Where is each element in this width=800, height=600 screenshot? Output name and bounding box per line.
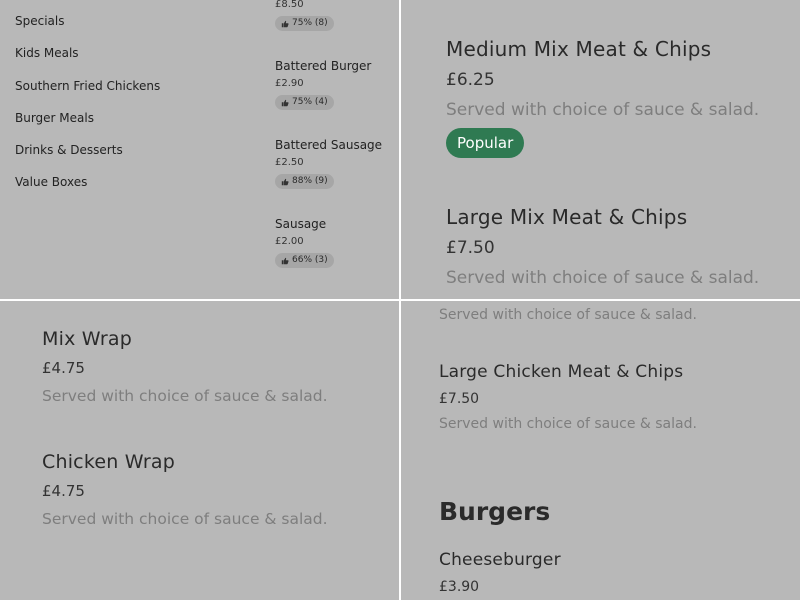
item-title: Cheeseburger (439, 550, 561, 570)
menu-item-card[interactable]: Mix Wrap £4.75 Served with choice of sau… (42, 327, 328, 406)
menu-categories-panel: Specials Kids Meals Southern Fried Chick… (0, 0, 399, 299)
menu-item[interactable]: Battered Sausage £2.50 88% (9) (275, 138, 399, 190)
item-description: Served with choice of sauce & salad. (446, 100, 760, 120)
category-item-value-boxes[interactable]: Value Boxes (15, 174, 160, 206)
menu-item[interactable]: Battered Burger £2.90 75% (4) (275, 59, 399, 111)
item-description: Served with choice of sauce & salad. (439, 416, 697, 432)
menu-item[interactable]: Sausage £2.00 66% (3) (275, 217, 399, 269)
rating-text: 66% (3) (292, 255, 328, 265)
section-heading-burgers: Burgers (439, 497, 551, 526)
item-price: £2.00 (275, 236, 304, 247)
category-nav: Specials Kids Meals Southern Fried Chick… (15, 13, 160, 207)
item-price: £2.50 (275, 157, 304, 168)
item-price: £7.50 (439, 391, 480, 407)
item-name: Sausage (275, 217, 327, 231)
item-price: £7.50 (446, 238, 495, 258)
rating-text: 75% (8) (292, 18, 328, 28)
menu-item-card[interactable]: Cheeseburger £3.90 (439, 549, 561, 596)
item-price: £3.90 (439, 579, 480, 595)
category-item-drinks-desserts[interactable]: Drinks & Desserts (15, 142, 160, 174)
item-price: £8.50 (275, 0, 304, 10)
item-title: Chicken Wrap (42, 451, 175, 473)
rating-text: 75% (4) (292, 97, 328, 107)
thumbs-up-icon (281, 20, 289, 27)
item-name: Battered Sausage (275, 138, 383, 152)
item-price: £4.75 (42, 359, 85, 377)
thumbs-up-icon (281, 99, 289, 106)
menu-detail-panel-wraps: Mix Wrap £4.75 Served with choice of sau… (0, 301, 399, 600)
item-title: Medium Mix Meat & Chips (446, 37, 712, 61)
menu-item-card[interactable]: Chicken Wrap £4.75 Served with choice of… (42, 450, 328, 529)
item-title: Large Mix Meat & Chips (446, 205, 688, 229)
rating-badge: 75% (8) (275, 16, 334, 31)
thumbs-up-icon (281, 178, 289, 185)
rating-badge: 66% (3) (275, 253, 334, 268)
item-name: Battered Burger (275, 59, 372, 73)
menu-item-card[interactable]: Medium Mix Meat & Chips £6.25 Served wit… (446, 36, 759, 158)
menu-item-card[interactable]: Large Chicken Meat & Chips £7.50 Served … (439, 361, 697, 433)
category-item-specials[interactable]: Specials (15, 13, 160, 45)
menu-detail-panel-bottom: Served with choice of sauce & salad. Lar… (401, 301, 800, 600)
item-description: Served with choice of sauce & salad. (42, 510, 328, 528)
popular-badge: Popular (446, 128, 525, 158)
category-item-southern-fried-chickens[interactable]: Southern Fried Chickens (15, 78, 160, 110)
item-title: Large Chicken Meat & Chips (439, 362, 684, 382)
item-title: Mix Wrap (42, 328, 133, 350)
item-description: Served with choice of sauce & salad. (446, 268, 760, 288)
item-description: Served with choice of sauce & salad. (42, 387, 328, 405)
menu-item-card-partial[interactable]: Served with choice of sauce & salad. (439, 306, 697, 324)
category-item-burger-meals[interactable]: Burger Meals (15, 110, 160, 142)
rating-badge: 75% (4) (275, 95, 334, 110)
rating-text: 88% (9) (292, 176, 328, 186)
rating-badge: 88% (9) (275, 174, 334, 189)
menu-item-card[interactable]: Large Mix Meat & Chips £7.50 Served with… (446, 204, 759, 289)
menu-item-partial[interactable]: £8.50 75% (8) (275, 0, 399, 32)
menu-detail-panel-top: Medium Mix Meat & Chips £6.25 Served wit… (401, 0, 800, 299)
item-price: £2.90 (275, 78, 304, 89)
item-price: £4.75 (42, 482, 85, 500)
item-price: £6.25 (446, 70, 495, 90)
category-item-kids-meals[interactable]: Kids Meals (15, 45, 160, 77)
item-description: Served with choice of sauce & salad. (439, 307, 697, 323)
thumbs-up-icon (281, 257, 289, 264)
